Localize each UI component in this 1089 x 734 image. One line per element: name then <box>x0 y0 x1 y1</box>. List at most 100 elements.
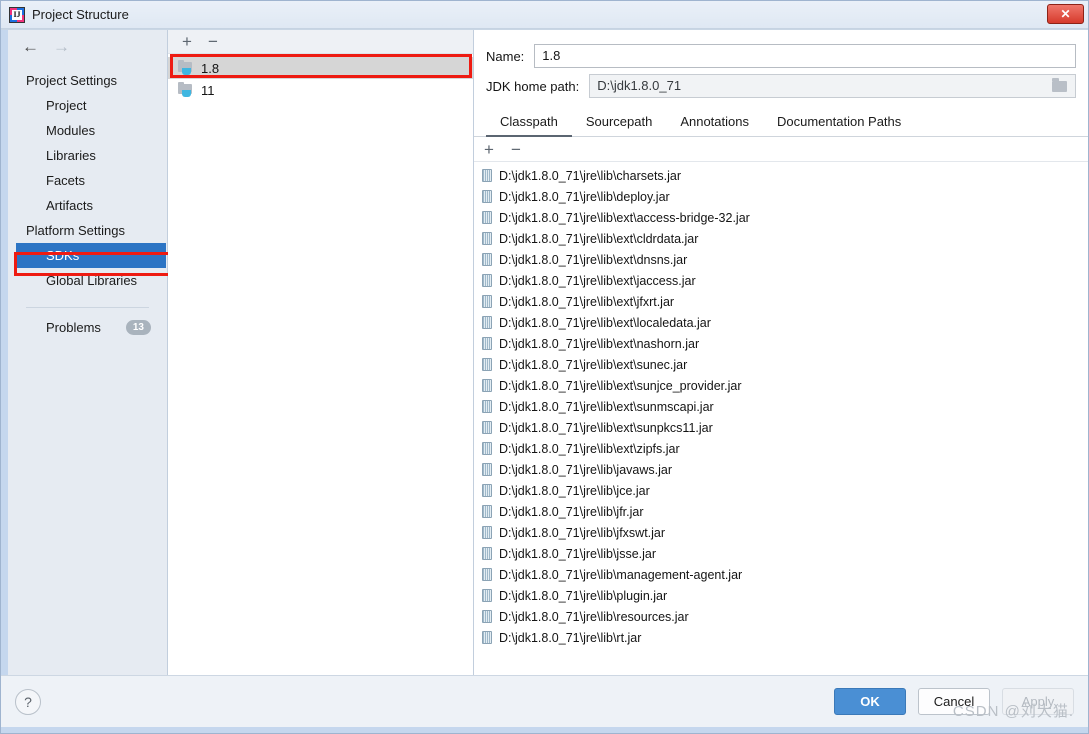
jdk-home-path-row: JDK home path: D:\jdk1.8.0_71 <box>474 71 1088 101</box>
classpath-row[interactable]: D:\jdk1.8.0_71\jre\lib\ext\jaccess.jar <box>474 270 1088 291</box>
folder-icon[interactable] <box>1044 75 1074 97</box>
jar-icon <box>482 190 492 203</box>
bottom-edge-strip <box>1 727 1088 733</box>
jar-icon <box>482 274 492 287</box>
sidebar-item-problems[interactable]: Problems 13 <box>8 308 167 335</box>
add-classpath-button[interactable]: + <box>484 141 494 158</box>
detail-tabs: Classpath Sourcepath Annotations Documen… <box>474 101 1088 137</box>
jar-icon <box>482 484 492 497</box>
intellij-idea-icon: IJ <box>9 6 25 23</box>
classpath-row[interactable]: D:\jdk1.8.0_71\jre\lib\jce.jar <box>474 480 1088 501</box>
add-sdk-button[interactable]: + <box>182 33 192 50</box>
close-button[interactable]: ✕ <box>1047 4 1084 24</box>
classpath-entry-label: D:\jdk1.8.0_71\jre\lib\management-agent.… <box>499 567 743 582</box>
classpath-entry-label: D:\jdk1.8.0_71\jre\lib\deploy.jar <box>499 189 670 204</box>
sdk-item-label: 11 <box>201 82 215 98</box>
classpath-entry-label: D:\jdk1.8.0_71\jre\lib\jfxswt.jar <box>499 525 666 540</box>
sidebar-nav-list: Project Settings Project Modules Librari… <box>8 63 167 335</box>
help-button[interactable]: ? <box>15 688 41 715</box>
forward-arrow-icon: → <box>53 37 70 56</box>
jdk-folder-icon <box>178 82 194 97</box>
classpath-entry-label: D:\jdk1.8.0_71\jre\lib\ext\sunjce_provid… <box>499 378 742 393</box>
sdk-item-1-8[interactable]: 1.8 <box>168 57 473 79</box>
sdk-items: 1.8 11 <box>168 54 473 101</box>
classpath-row[interactable]: D:\jdk1.8.0_71\jre\lib\resources.jar <box>474 606 1088 627</box>
sidebar-group-project-settings: Project Settings <box>26 73 118 88</box>
classpath-row[interactable]: D:\jdk1.8.0_71\jre\lib\ext\dnsns.jar <box>474 249 1088 270</box>
classpath-entry-label: D:\jdk1.8.0_71\jre\lib\ext\jfxrt.jar <box>499 294 675 309</box>
jar-icon <box>482 421 492 434</box>
classpath-row[interactable]: D:\jdk1.8.0_71\jre\lib\ext\localedata.ja… <box>474 312 1088 333</box>
classpath-row[interactable]: D:\jdk1.8.0_71\jre\lib\ext\cldrdata.jar <box>474 228 1088 249</box>
dialog-body: ← → Project Settings Project Modules Lib… <box>1 29 1088 675</box>
jar-icon <box>482 211 492 224</box>
sidebar-item-modules[interactable]: Modules <box>8 118 167 143</box>
tab-classpath[interactable]: Classpath <box>486 110 572 137</box>
classpath-row[interactable]: D:\jdk1.8.0_71\jre\lib\javaws.jar <box>474 459 1088 480</box>
sidebar-item-project[interactable]: Project <box>8 93 167 118</box>
cancel-button[interactable]: Cancel <box>918 688 990 715</box>
jar-icon <box>482 547 492 560</box>
sdk-toolbar: + − <box>168 30 473 54</box>
classpath-row[interactable]: D:\jdk1.8.0_71\jre\lib\ext\sunec.jar <box>474 354 1088 375</box>
sidebar-item-libraries[interactable]: Libraries <box>8 143 167 168</box>
classpath-list[interactable]: D:\jdk1.8.0_71\jre\lib\charsets.jar D:\jd… <box>474 162 1088 675</box>
apply-button: Apply <box>1002 688 1074 715</box>
sidebar-item-global-libraries[interactable]: Global Libraries <box>8 268 167 293</box>
classpath-row[interactable]: D:\jdk1.8.0_71\jre\lib\plugin.jar <box>474 585 1088 606</box>
classpath-row[interactable]: D:\jdk1.8.0_71\jre\lib\ext\sunpkcs11.jar <box>474 417 1088 438</box>
classpath-entry-label: D:\jdk1.8.0_71\jre\lib\ext\cldrdata.jar <box>499 231 699 246</box>
classpath-row[interactable]: D:\jdk1.8.0_71\jre\lib\ext\sunjce_provid… <box>474 375 1088 396</box>
jar-icon <box>482 358 492 371</box>
classpath-row[interactable]: D:\jdk1.8.0_71\jre\lib\charsets.jar <box>474 165 1088 186</box>
jar-icon <box>482 379 492 392</box>
sidebar-group-platform-settings: Platform Settings <box>26 223 125 238</box>
jdk-home-path-input[interactable]: D:\jdk1.8.0_71 <box>589 74 1076 98</box>
tab-annotations[interactable]: Annotations <box>666 110 763 137</box>
tab-sourcepath[interactable]: Sourcepath <box>572 110 667 137</box>
name-input[interactable]: 1.8 <box>534 44 1076 68</box>
remove-sdk-button[interactable]: − <box>208 33 218 50</box>
window-title: Project Structure <box>32 7 129 22</box>
back-arrow-icon[interactable]: ← <box>22 38 39 55</box>
project-structure-dialog: IJ Project Structure ✕ ← → Project Setti… <box>0 0 1089 734</box>
jar-icon <box>482 295 492 308</box>
classpath-entry-label: D:\jdk1.8.0_71\jre\lib\ext\sunec.jar <box>499 357 688 372</box>
jar-icon <box>482 463 492 476</box>
classpath-entry-label: D:\jdk1.8.0_71\jre\lib\ext\jaccess.jar <box>499 273 696 288</box>
jar-icon <box>482 169 492 182</box>
jar-icon <box>482 526 492 539</box>
settings-sidebar: ← → Project Settings Project Modules Lib… <box>8 30 180 675</box>
jar-icon <box>482 505 492 518</box>
jar-icon <box>482 400 492 413</box>
classpath-row[interactable]: D:\jdk1.8.0_71\jre\lib\ext\sunmscapi.jar <box>474 396 1088 417</box>
sidebar-item-facets[interactable]: Facets <box>8 168 167 193</box>
sidebar-item-artifacts[interactable]: Artifacts <box>8 193 167 218</box>
classpath-entry-label: D:\jdk1.8.0_71\jre\lib\ext\zipfs.jar <box>499 441 680 456</box>
remove-classpath-button[interactable]: − <box>511 141 521 158</box>
classpath-entry-label: D:\jdk1.8.0_71\jre\lib\charsets.jar <box>499 168 682 183</box>
classpath-row[interactable]: D:\jdk1.8.0_71\jre\lib\ext\nashorn.jar <box>474 333 1088 354</box>
jar-icon <box>482 253 492 266</box>
classpath-row[interactable]: D:\jdk1.8.0_71\jre\lib\jsse.jar <box>474 543 1088 564</box>
classpath-row[interactable]: D:\jdk1.8.0_71\jre\lib\ext\jfxrt.jar <box>474 291 1088 312</box>
sidebar-item-sdks[interactable]: SDKs <box>16 243 166 268</box>
classpath-row[interactable]: D:\jdk1.8.0_71\jre\lib\jfxswt.jar <box>474 522 1088 543</box>
classpath-row[interactable]: D:\jdk1.8.0_71\jre\lib\management-agent.… <box>474 564 1088 585</box>
sdk-item-11[interactable]: 11 <box>168 79 473 101</box>
classpath-row[interactable]: D:\jdk1.8.0_71\jre\lib\jfr.jar <box>474 501 1088 522</box>
classpath-row[interactable]: D:\jdk1.8.0_71\jre\lib\deploy.jar <box>474 186 1088 207</box>
ok-button[interactable]: OK <box>834 688 906 715</box>
footer-buttons: OK Cancel Apply <box>834 688 1074 715</box>
classpath-entry-label: D:\jdk1.8.0_71\jre\lib\ext\sunmscapi.jar <box>499 399 714 414</box>
left-edge-strip <box>1 30 8 675</box>
classpath-row[interactable]: D:\jdk1.8.0_71\jre\lib\ext\access-bridge… <box>474 207 1088 228</box>
jar-icon <box>482 442 492 455</box>
classpath-entry-label: D:\jdk1.8.0_71\jre\lib\ext\sunpkcs11.jar <box>499 420 713 435</box>
classpath-row[interactable]: D:\jdk1.8.0_71\jre\lib\ext\zipfs.jar <box>474 438 1088 459</box>
classpath-entry-label: D:\jdk1.8.0_71\jre\lib\ext\localedata.ja… <box>499 315 711 330</box>
tab-documentation-paths[interactable]: Documentation Paths <box>763 110 915 137</box>
jar-icon <box>482 337 492 350</box>
jdk-home-path-label: JDK home path: <box>486 78 580 94</box>
classpath-row[interactable]: D:\jdk1.8.0_71\jre\lib\rt.jar <box>474 627 1088 648</box>
